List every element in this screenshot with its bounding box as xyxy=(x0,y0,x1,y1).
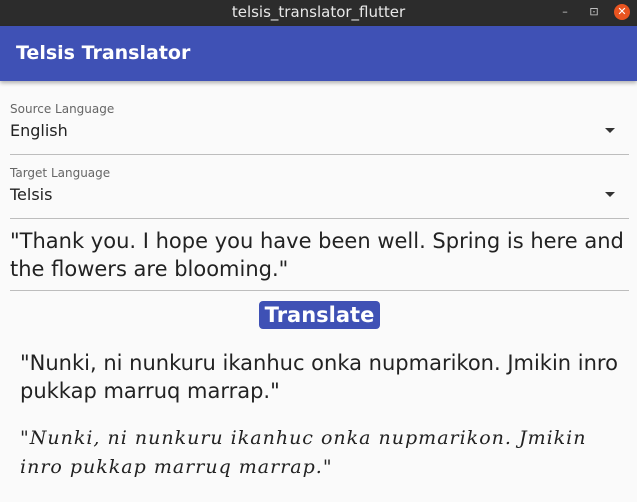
translate-button[interactable]: Translate xyxy=(259,301,380,329)
app-title: Telsis Translator xyxy=(16,42,191,64)
dropdown-arrow-icon[interactable] xyxy=(605,192,615,197)
source-language-value: English xyxy=(10,121,68,140)
target-language-label: Target Language xyxy=(10,166,111,180)
source-text-field[interactable]: "Thank you. I hope you have been well. S… xyxy=(10,227,629,291)
translation-output: "Nunki, ni nunkuru ikanhuc onka nupmarik… xyxy=(20,351,618,403)
target-language-dropdown[interactable]: Target Language Telsis xyxy=(10,160,629,219)
dropdown-arrow-icon[interactable] xyxy=(605,128,615,133)
source-language-dropdown[interactable]: Source Language English xyxy=(10,96,629,155)
window-title: telsis_translator_flutter xyxy=(231,3,406,21)
maximize-icon[interactable]: ⊡ xyxy=(586,4,602,20)
target-language-value: Telsis xyxy=(10,185,53,204)
source-language-label: Source Language xyxy=(10,102,115,116)
app-bar: Telsis Translator xyxy=(0,26,637,81)
minimize-icon[interactable]: – xyxy=(557,4,573,20)
window-titlebar: telsis_translator_flutter – ⊡ ✕ xyxy=(0,0,637,26)
close-icon[interactable]: ✕ xyxy=(614,4,630,20)
telsis-script-output: "Nunki, ni nunkuru ikanhuc onka nupmarik… xyxy=(20,427,587,478)
